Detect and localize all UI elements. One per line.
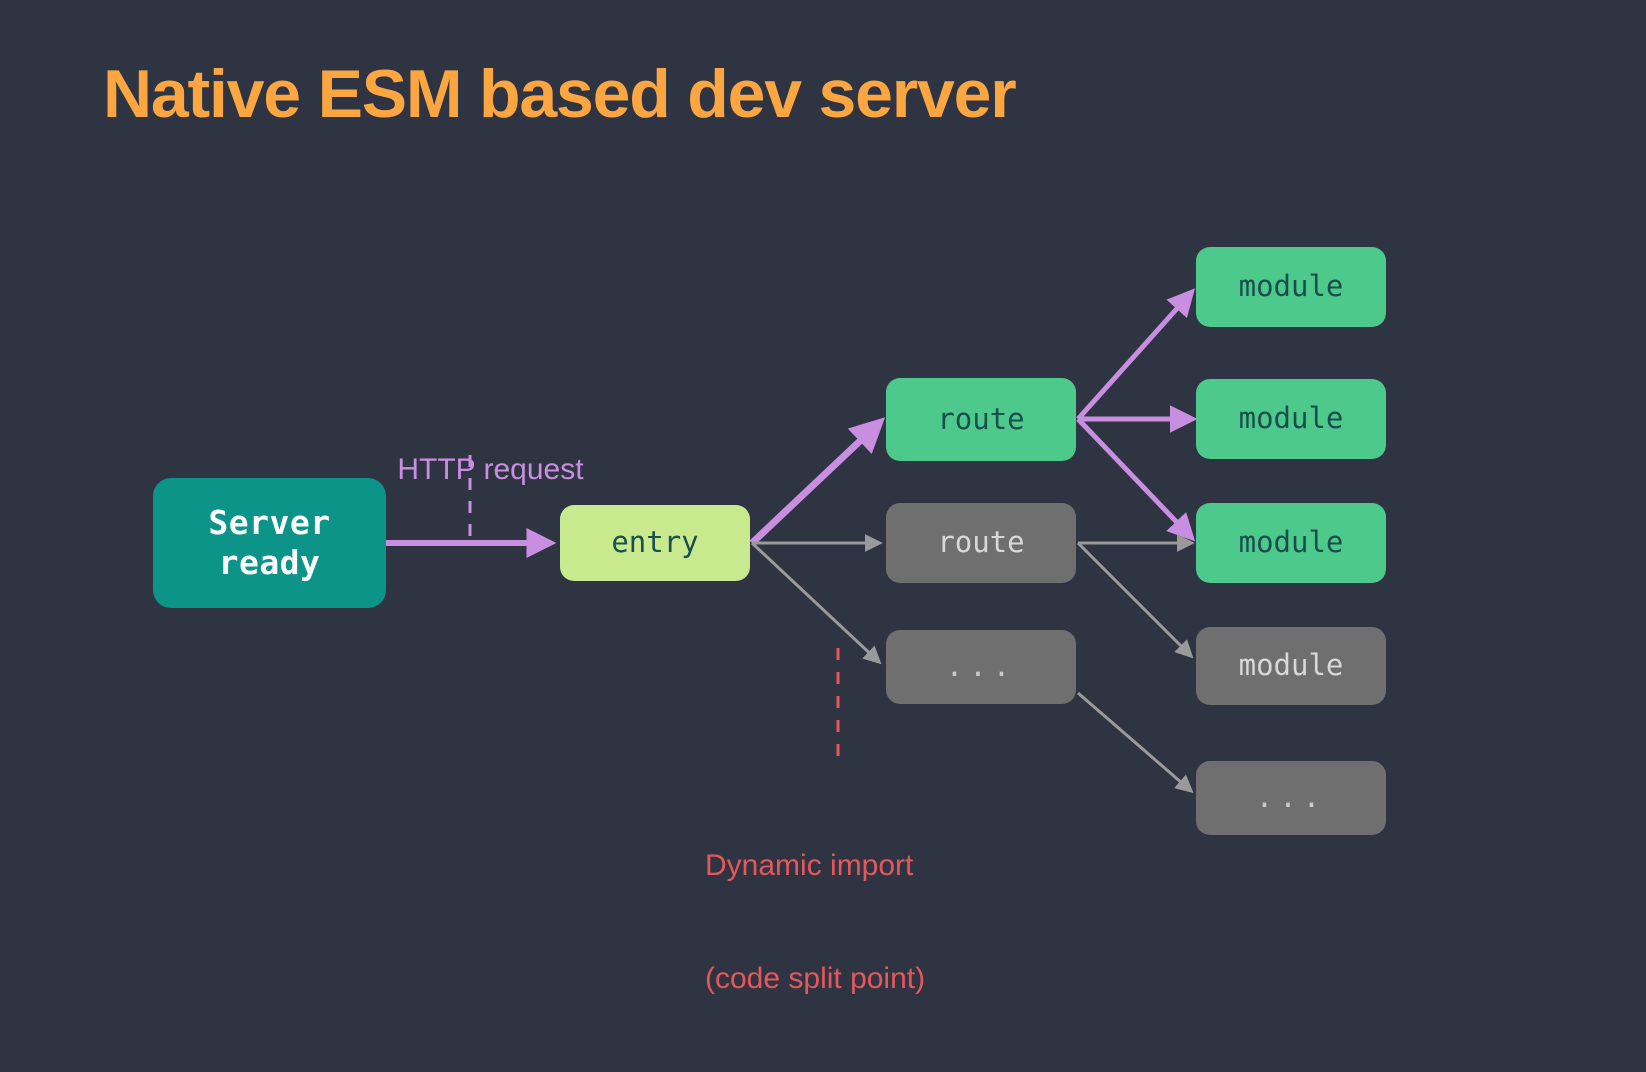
edge-entry-to-route-active [752, 424, 878, 543]
node-ellipsis-middle-label: ... [946, 649, 1016, 684]
node-module-1-label: module [1239, 269, 1344, 304]
node-module-4[interactable]: module [1196, 627, 1386, 705]
edge-route-to-module-3 [1078, 419, 1190, 536]
annotation-http-request: HTTP request [364, 413, 584, 526]
node-module-4-label: module [1239, 648, 1344, 683]
node-server-ready-label: Server ready [208, 503, 330, 584]
node-ellipsis-right[interactable]: ... [1196, 761, 1386, 835]
annotation-dynamic-import: Dynamic import (code split point) [705, 772, 925, 1072]
node-module-2-label: module [1239, 401, 1344, 436]
edge-route-to-module-1 [1078, 294, 1190, 419]
node-route-inactive-label: route [937, 525, 1024, 560]
annotation-dynamic-import-line-1: Dynamic import [705, 847, 925, 885]
node-ellipsis-right-label: ... [1256, 780, 1326, 815]
node-module-3-label: module [1239, 525, 1344, 560]
annotation-http-request-label: HTTP request [397, 453, 583, 486]
node-server-ready[interactable]: Server ready [153, 478, 386, 608]
slide-canvas: Native ESM based dev server [0, 0, 1646, 1030]
node-entry-label: entry [611, 525, 698, 560]
node-route-active-label: route [937, 402, 1024, 437]
node-route-active[interactable]: route [886, 378, 1076, 461]
edge-ellipsis-to-ellipsis-right [1078, 693, 1190, 790]
node-module-2[interactable]: module [1196, 379, 1386, 459]
annotation-dynamic-import-line-2: (code split point) [705, 960, 925, 998]
edge-entry-to-ellipsis [752, 543, 878, 661]
edge-route-inactive-to-module-4 [1078, 543, 1190, 655]
node-module-1[interactable]: module [1196, 247, 1386, 327]
node-ellipsis-middle[interactable]: ... [886, 630, 1076, 704]
node-route-inactive[interactable]: route [886, 503, 1076, 583]
node-entry[interactable]: entry [560, 505, 750, 581]
node-module-3[interactable]: module [1196, 503, 1386, 583]
